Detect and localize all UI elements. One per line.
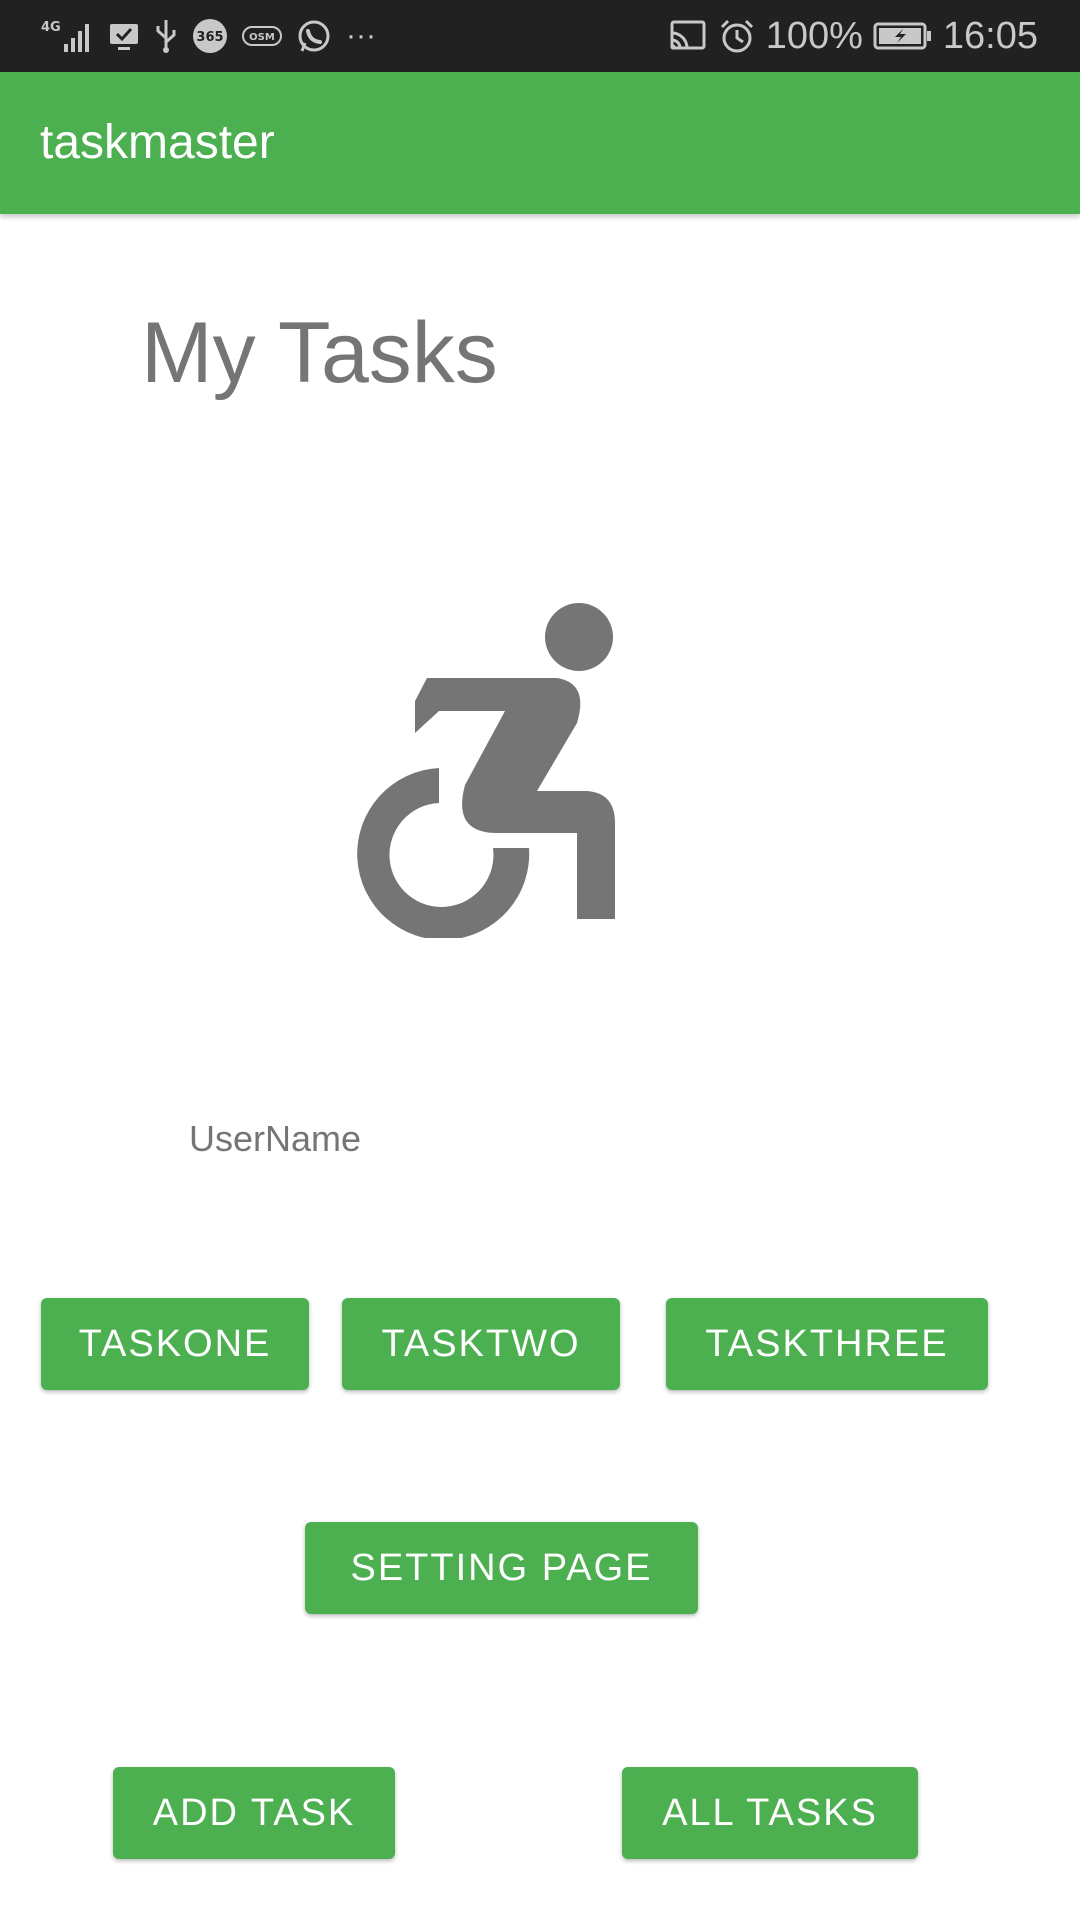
365-app-label: 365 — [196, 30, 223, 45]
4g-signal-icon: 4G — [40, 16, 94, 56]
battery-percent: 100% — [765, 14, 863, 57]
app-title: taskmaster — [40, 116, 275, 169]
status-right-icons: 100% 16:05 — [668, 0, 1038, 72]
all-tasks-button[interactable]: ALL TASKS — [622, 1767, 918, 1859]
cast-icon — [668, 18, 708, 54]
setting-page-button[interactable]: SETTING PAGE — [305, 1522, 698, 1614]
battery-charging-icon — [873, 20, 933, 52]
task-one-button[interactable]: TASKONE — [41, 1298, 309, 1390]
page-title: My Tasks — [141, 305, 498, 401]
username-label: UserName — [189, 1118, 362, 1159]
365-app-icon: 365 — [192, 18, 228, 54]
screen-check-icon — [108, 20, 140, 52]
network-label: 4G — [41, 20, 61, 35]
task-two-button[interactable]: TASKTWO — [342, 1298, 620, 1390]
wheelchair-icon — [357, 603, 615, 940]
status-bar: 4G 365 OSM ··· 100% 16:05 — [0, 0, 1080, 72]
task-three-button[interactable]: TASKTHREE — [666, 1298, 988, 1390]
add-task-button[interactable]: ADD TASK — [113, 1767, 395, 1859]
usb-icon — [154, 18, 178, 54]
status-time: 16:05 — [942, 14, 1038, 57]
alarm-icon — [718, 17, 756, 55]
app-bar: taskmaster — [0, 72, 1080, 214]
osm-app-label: OSM — [249, 32, 275, 43]
whatsapp-icon — [296, 18, 332, 54]
osm-app-icon: OSM — [242, 24, 282, 48]
status-left-icons: 4G 365 OSM ··· — [40, 0, 376, 72]
more-dots-icon: ··· — [346, 19, 376, 52]
